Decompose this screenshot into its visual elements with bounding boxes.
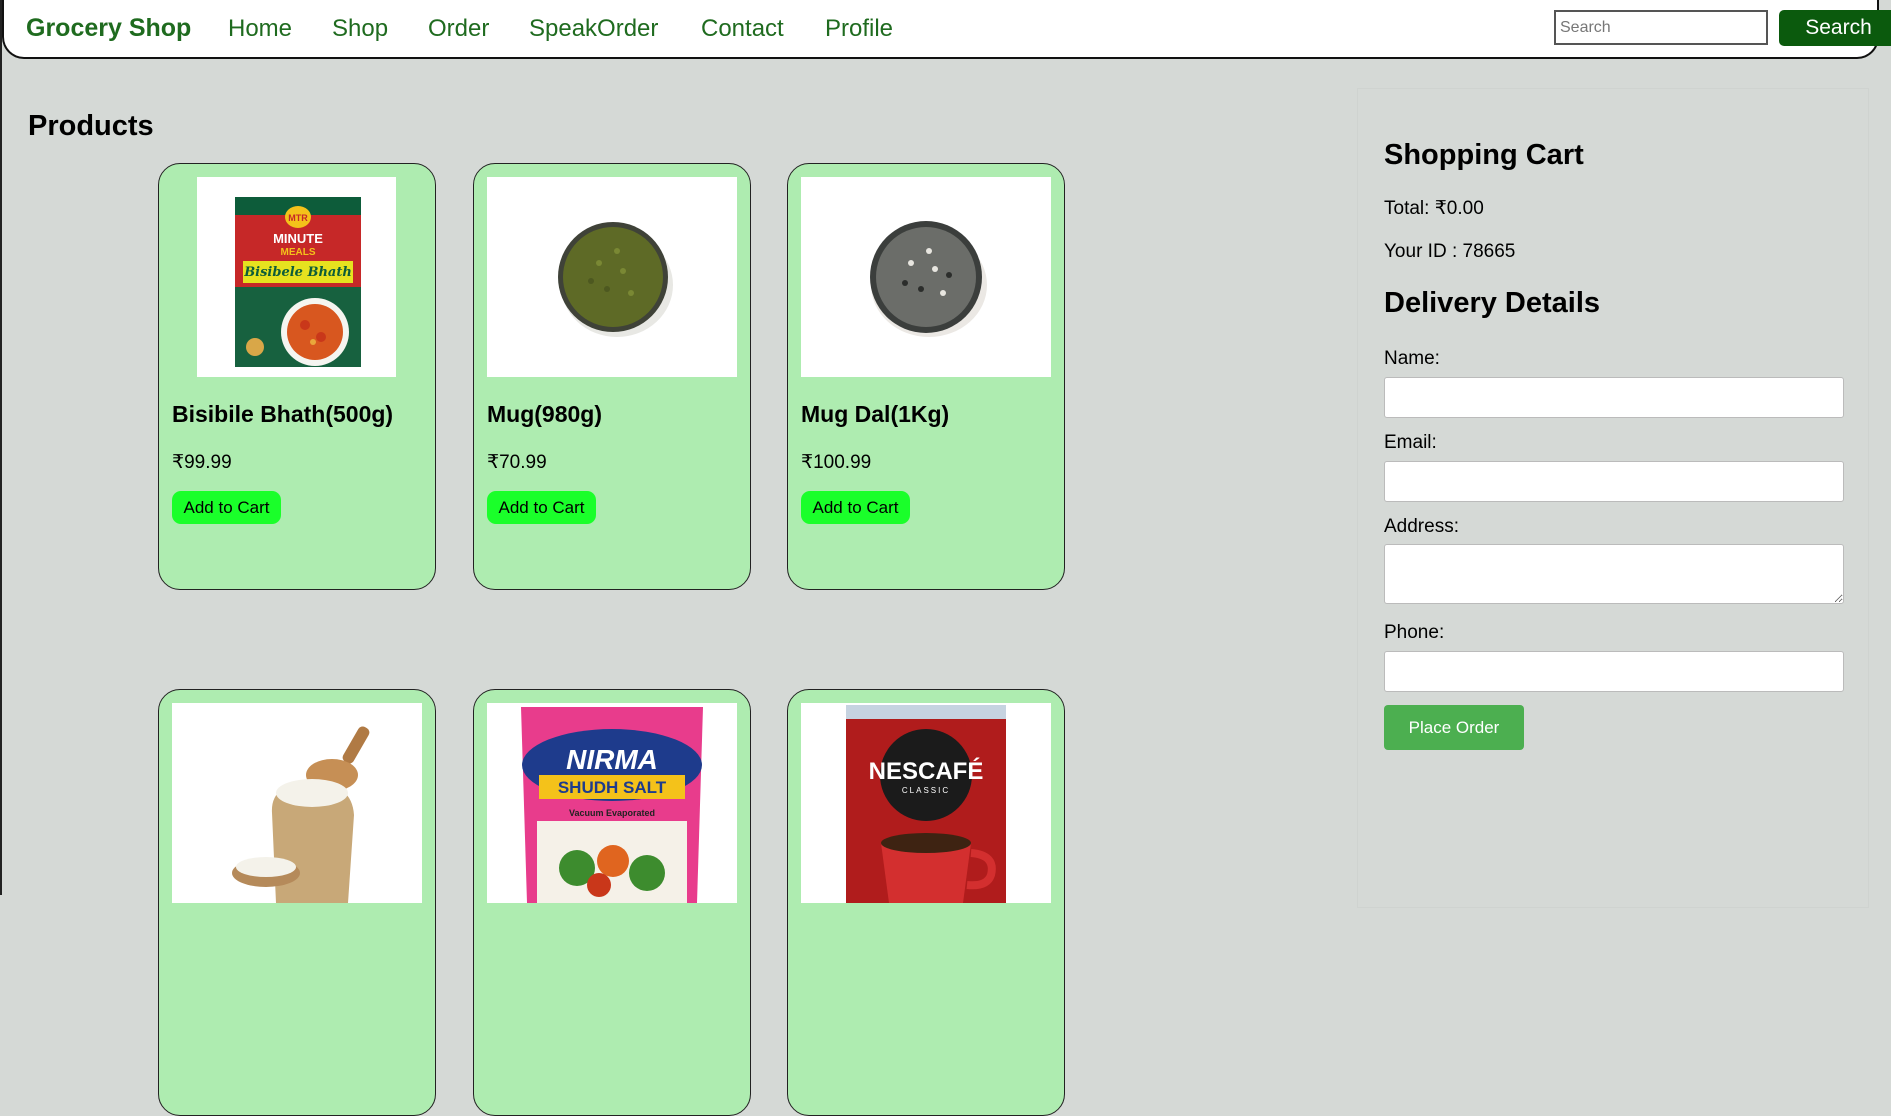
product-image-bisibele-bhath: MTR MINUTE MEALS Bisibele Bhath (197, 177, 396, 377)
product-card: MTR MINUTE MEALS Bisibele Bhath Bisibile… (158, 163, 436, 590)
product-card (158, 689, 436, 1116)
nav-link-contact[interactable]: Contact (701, 15, 784, 43)
svg-text:Bisibele Bhath: Bisibele Bhath (243, 265, 352, 280)
product-image-rice-sack (172, 703, 422, 903)
email-label: Email: (1384, 432, 1437, 453)
email-field[interactable] (1384, 461, 1844, 502)
name-label: Name: (1384, 348, 1440, 369)
user-id: Your ID : 78665 (1384, 241, 1516, 262)
product-price: ₹99.99 (172, 452, 232, 473)
delivery-details-heading: Delivery Details (1384, 287, 1601, 319)
product-card: NESCAFÉ CLASSIC (787, 689, 1065, 1116)
svg-text:MINUTE: MINUTE (273, 231, 323, 246)
add-to-cart-button[interactable]: Add to Cart (172, 491, 281, 524)
place-order-button[interactable]: Place Order (1384, 705, 1524, 750)
search-button[interactable]: Search (1779, 10, 1891, 46)
svg-text:MEALS: MEALS (281, 247, 316, 258)
svg-text:CLASSIC: CLASSIC (902, 786, 950, 795)
add-to-cart-button[interactable]: Add to Cart (801, 491, 910, 524)
svg-text:SHUDH SALT: SHUDH SALT (558, 778, 667, 797)
address-label: Address: (1384, 516, 1459, 537)
product-name: Mug(980g) (487, 401, 602, 427)
cart-total: Total: ₹0.00 (1384, 198, 1484, 219)
cart-sidebar: Shopping Cart Total: ₹0.00 Your ID : 786… (1357, 88, 1869, 908)
name-field[interactable] (1384, 377, 1844, 418)
product-image-mug (487, 177, 737, 377)
product-card: Mug Dal(1Kg) ₹100.99 Add to Cart (787, 163, 1065, 590)
top-navbar: Grocery Shop Home Shop Order SpeakOrder … (2, 0, 1891, 59)
address-field[interactable] (1384, 544, 1844, 604)
search-input[interactable] (1554, 10, 1768, 45)
nav-link-home[interactable]: Home (228, 15, 292, 43)
nav-link-profile[interactable]: Profile (825, 15, 893, 43)
svg-text:NIRMA: NIRMA (566, 744, 658, 775)
nav-link-speakorder[interactable]: SpeakOrder (529, 15, 658, 43)
product-image-nirma-salt: NIRMA SHUDH SALT Vacuum Evaporated (487, 703, 737, 903)
product-image-nescafe: NESCAFÉ CLASSIC (801, 703, 1051, 903)
svg-text:NESCAFÉ: NESCAFÉ (869, 757, 984, 785)
products-heading: Products (28, 110, 154, 142)
nav-link-shop[interactable]: Shop (332, 15, 388, 43)
product-name: Mug Dal(1Kg) (801, 401, 950, 427)
svg-text:MTR: MTR (288, 213, 308, 223)
product-name: Bisibile Bhath(500g) (172, 401, 394, 427)
phone-label: Phone: (1384, 622, 1445, 643)
product-price: ₹100.99 (801, 452, 872, 473)
shopping-cart-heading: Shopping Cart (1384, 139, 1584, 171)
product-price: ₹70.99 (487, 452, 547, 473)
product-image-mug-dal (801, 177, 1051, 377)
nav-link-order[interactable]: Order (428, 15, 489, 43)
phone-field[interactable] (1384, 651, 1844, 692)
brand-logo[interactable]: Grocery Shop (26, 14, 191, 43)
add-to-cart-button[interactable]: Add to Cart (487, 491, 596, 524)
svg-text:Vacuum Evaporated: Vacuum Evaporated (569, 808, 655, 818)
product-card: NIRMA SHUDH SALT Vacuum Evaporated (473, 689, 751, 1116)
product-card: Mug(980g) ₹70.99 Add to Cart (473, 163, 751, 590)
